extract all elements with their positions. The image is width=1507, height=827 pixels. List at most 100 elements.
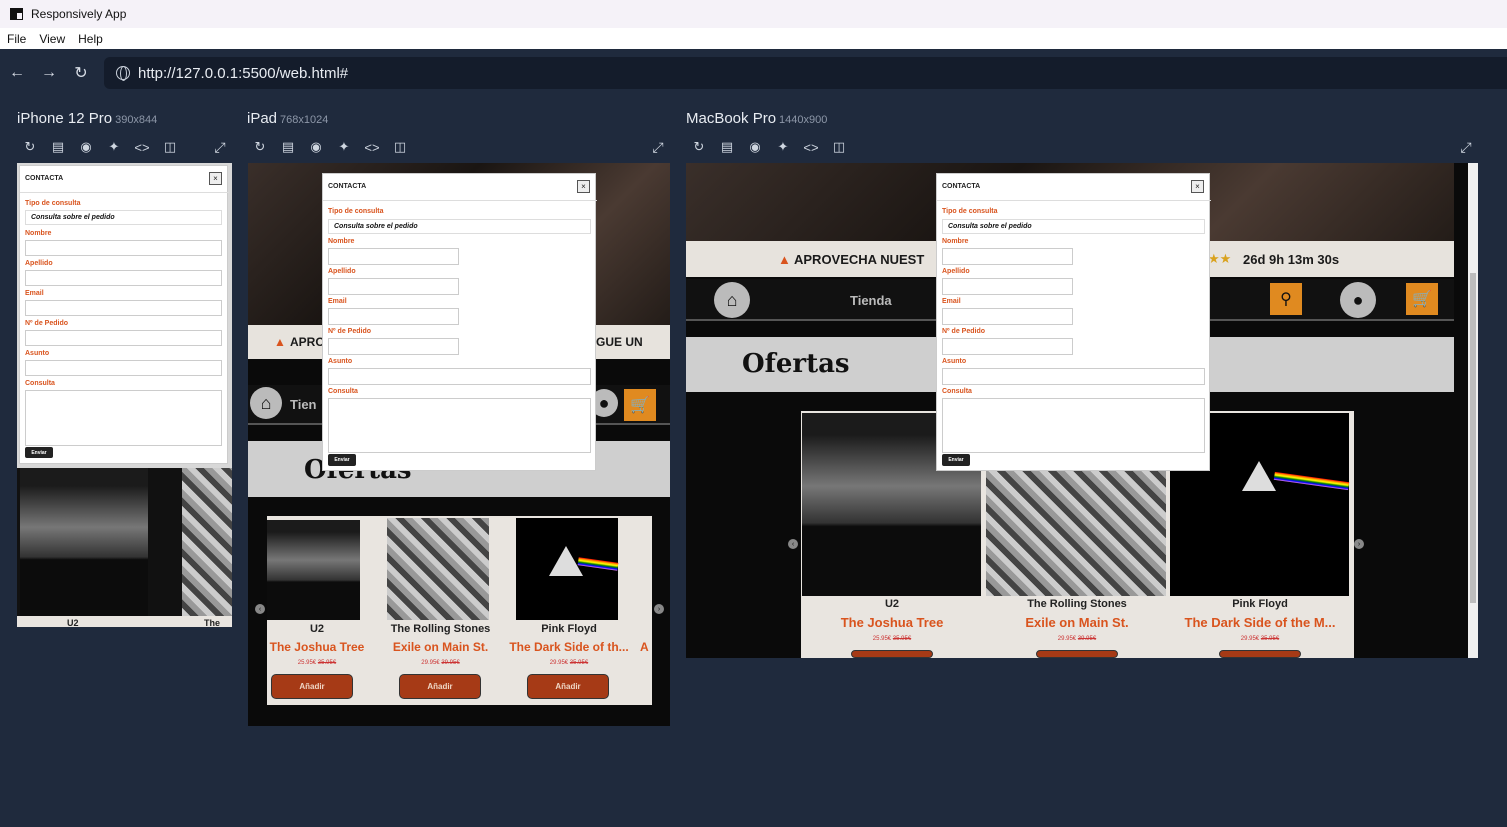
close-icon[interactable]: × [577, 180, 590, 193]
nombre-input[interactable] [942, 248, 1073, 265]
close-icon[interactable]: × [209, 172, 222, 185]
email-input[interactable] [25, 300, 222, 316]
refresh-icon[interactable]: ↻ [21, 138, 39, 156]
nombre-label: Nombre [942, 238, 969, 245]
devtools-icon[interactable]: <> [363, 138, 381, 156]
product-card: The Rolling Stones Exile on Main St. 29.… [387, 516, 494, 705]
inspect-icon[interactable]: ✦ [774, 138, 792, 156]
send-button[interactable]: Enviar [25, 447, 53, 458]
camera-icon[interactable]: ◉ [77, 138, 95, 156]
banner-right-text: GUE UN [596, 335, 643, 349]
add-button[interactable]: Añadir [271, 674, 353, 699]
expand-icon[interactable]: ⤢ [1457, 138, 1475, 156]
asunto-input[interactable] [942, 368, 1205, 385]
nav-tienda[interactable]: Tienda [850, 293, 892, 308]
user-icon[interactable]: ● [1340, 282, 1376, 318]
forward-arrow-icon[interactable]: → [33, 57, 65, 89]
viewport-scrollbar[interactable] [1468, 163, 1478, 658]
add-button[interactable] [1219, 650, 1301, 658]
pedido-input[interactable] [328, 338, 459, 355]
price-old: 35.95€ [569, 660, 589, 666]
expand-icon[interactable]: ⤢ [649, 138, 667, 156]
pedido-label: Nº de Pedido [328, 328, 372, 335]
apellido-input[interactable] [328, 278, 459, 295]
rotate-icon[interactable]: ◫ [161, 138, 179, 156]
tipo-select[interactable]: Consulta sobre el pedido [942, 219, 1205, 234]
email-input[interactable] [942, 308, 1073, 325]
apellido-input[interactable] [942, 278, 1073, 295]
send-button[interactable]: Enviar [942, 454, 970, 466]
expand-icon[interactable]: ⤢ [211, 138, 229, 156]
tipo-label: Tipo de consulta [942, 208, 998, 215]
send-button[interactable]: Enviar [328, 454, 356, 466]
camera-icon[interactable]: ◉ [307, 138, 325, 156]
pedido-input[interactable] [25, 330, 222, 346]
contact-modal: CONTACTA × Tipo de consulta Consulta sob… [322, 173, 597, 471]
product-artist: U2 [884, 598, 900, 610]
full-screenshot-icon[interactable]: ▤ [49, 138, 67, 156]
full-screenshot-icon[interactable]: ▤ [279, 138, 297, 156]
menu-help[interactable]: Help [78, 32, 103, 46]
carousel-next-icon[interactable]: › [1354, 539, 1364, 549]
pedido-input[interactable] [942, 338, 1073, 355]
refresh-icon[interactable]: ↻ [690, 138, 708, 156]
add-button[interactable] [1036, 650, 1118, 658]
apellido-input[interactable] [25, 270, 222, 286]
scrollbar-thumb[interactable] [1470, 273, 1476, 603]
product-artist: U2 [309, 623, 325, 635]
asunto-input[interactable] [328, 368, 591, 385]
rotate-icon[interactable]: ◫ [391, 138, 409, 156]
nombre-input[interactable] [25, 240, 222, 256]
menu-view[interactable]: View [39, 32, 65, 46]
devtools-icon[interactable]: <> [802, 138, 820, 156]
back-arrow-icon[interactable]: ← [1, 57, 33, 89]
add-button[interactable]: Añadir [527, 674, 609, 699]
full-screenshot-icon[interactable]: ▤ [718, 138, 736, 156]
add-button[interactable] [851, 650, 933, 658]
product-artist: The [204, 618, 221, 627]
flame-icon: ▲ [274, 335, 286, 349]
carousel-next-icon[interactable]: › [654, 604, 664, 614]
consulta-textarea[interactable] [942, 398, 1205, 453]
camera-icon[interactable]: ◉ [746, 138, 764, 156]
tipo-select[interactable]: Consulta sobre el pedido [25, 210, 222, 225]
product-price: 29.95€ 39.95€ [387, 660, 494, 666]
price-current: 29.95€ [421, 660, 440, 666]
devtools-icon[interactable]: <> [133, 138, 151, 156]
apellido-label: Apellido [25, 260, 53, 267]
nav-tienda[interactable]: Tien [290, 397, 317, 412]
pedido-label: Nº de Pedido [25, 320, 69, 327]
modal-separator [20, 192, 229, 193]
email-input[interactable] [328, 308, 459, 325]
inspect-icon[interactable]: ✦ [335, 138, 353, 156]
search-icon[interactable]: ⚲ [1270, 283, 1302, 315]
add-button[interactable]: Añadir [399, 674, 481, 699]
consulta-textarea[interactable] [328, 398, 591, 453]
asunto-input[interactable] [25, 360, 222, 376]
email-label: Email [25, 290, 44, 297]
reload-icon[interactable]: ↻ [65, 57, 97, 89]
product-artist: The Rolling Stones [1027, 598, 1127, 610]
home-icon[interactable]: ⌂ [714, 282, 750, 318]
asunto-label: Asunto [942, 358, 967, 365]
cart-icon[interactable]: 🛒 [1406, 283, 1438, 315]
address-bar[interactable] [104, 57, 1507, 89]
menu-file[interactable]: File [7, 32, 26, 46]
url-input[interactable] [138, 64, 738, 82]
product-artist: Pink Floyd [1232, 598, 1288, 610]
nombre-input[interactable] [328, 248, 459, 265]
consulta-textarea[interactable] [25, 390, 222, 446]
cart-icon[interactable]: 🛒 [624, 389, 656, 421]
home-icon[interactable]: ⌂ [250, 387, 282, 419]
product-album: The Dark Side of th... [509, 640, 629, 654]
refresh-icon[interactable]: ↻ [251, 138, 269, 156]
product-artist: Pink Floyd [541, 623, 597, 635]
carousel-prev-icon[interactable]: ‹ [255, 604, 265, 614]
inspect-icon[interactable]: ✦ [105, 138, 123, 156]
carousel-prev-icon[interactable]: ‹ [788, 539, 798, 549]
close-icon[interactable]: × [1191, 180, 1204, 193]
price-old: 35.95€ [892, 636, 912, 642]
tipo-select[interactable]: Consulta sobre el pedido [328, 219, 591, 234]
rotate-icon[interactable]: ◫ [830, 138, 848, 156]
product-strip [17, 616, 232, 627]
